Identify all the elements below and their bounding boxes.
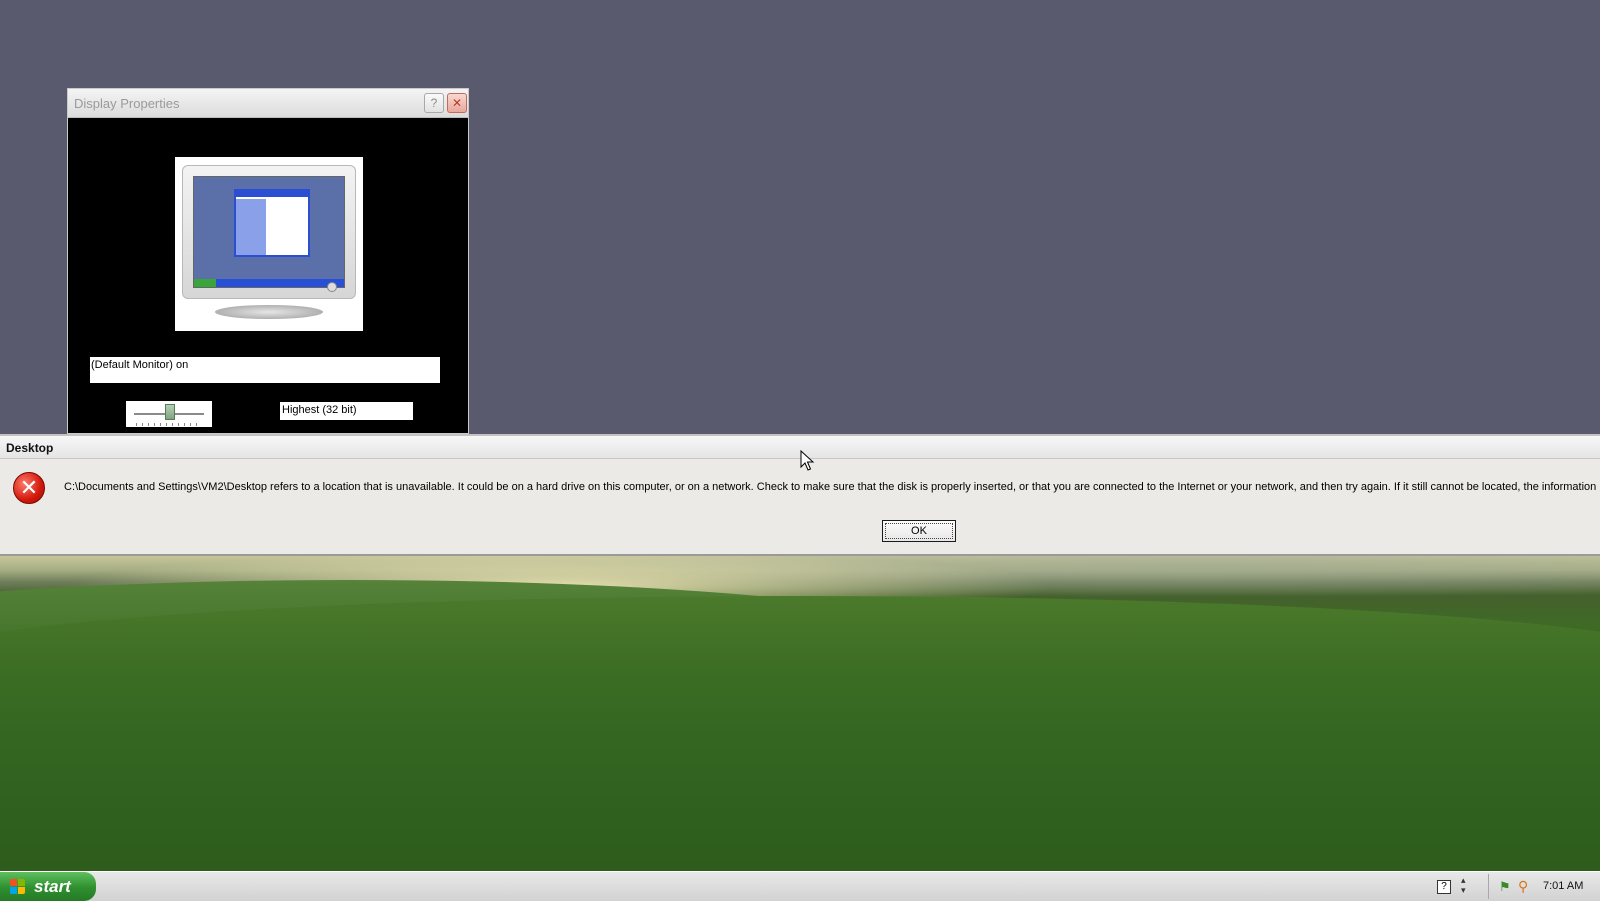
taskbar: start ? ▴ ▾ ⚑ ⚲ 7:01 AM xyxy=(0,871,1600,901)
updown-arrows-icon[interactable]: ▴ ▾ xyxy=(1461,875,1466,895)
preview-taskbar xyxy=(194,279,344,287)
help-icon: ? xyxy=(430,96,438,110)
search-icon[interactable]: ⚲ xyxy=(1518,878,1528,895)
color-quality-select[interactable]: Highest (32 bit) xyxy=(280,402,413,420)
display-properties-window[interactable]: Display Properties ? ✕ (Default Monitor)… xyxy=(67,88,469,434)
monitor-icon xyxy=(182,165,356,299)
monitor-stand xyxy=(215,305,323,319)
screen-resolution-slider[interactable] xyxy=(126,401,212,427)
mouse-cursor-icon xyxy=(800,450,815,471)
start-label: start xyxy=(34,877,71,896)
ok-button[interactable]: OK xyxy=(882,520,956,542)
monitor-screen-preview xyxy=(193,176,345,288)
clock[interactable]: 7:01 AM xyxy=(1543,880,1583,892)
help-button[interactable]: ? xyxy=(424,93,444,113)
close-icon: ✕ xyxy=(451,96,463,110)
desktop-wallpaper xyxy=(0,556,1600,871)
slider-ticks xyxy=(136,423,202,426)
help-icon[interactable]: ? xyxy=(1437,880,1451,894)
display-properties-title: Display Properties xyxy=(74,96,180,111)
error-dialog-title: Desktop xyxy=(6,441,54,455)
wallpaper-hill xyxy=(0,596,1600,871)
slider-thumb[interactable] xyxy=(165,404,175,420)
close-button[interactable]: ✕ xyxy=(447,93,467,113)
error-icon: ✕ xyxy=(13,472,45,504)
tray-separator xyxy=(1488,874,1489,899)
display-monitor-field[interactable]: (Default Monitor) on xyxy=(90,357,440,383)
display-properties-titlebar[interactable]: Display Properties ? ✕ xyxy=(68,89,468,118)
preview-window xyxy=(234,189,310,257)
monitor-power-led xyxy=(327,282,337,292)
start-button[interactable]: start xyxy=(0,872,96,901)
monitor-preview xyxy=(175,157,363,331)
network-icon[interactable]: ⚑ xyxy=(1499,879,1511,895)
error-message: C:\Documents and Settings\VM2\Desktop re… xyxy=(64,481,1597,493)
windows-flag-icon xyxy=(10,879,26,895)
